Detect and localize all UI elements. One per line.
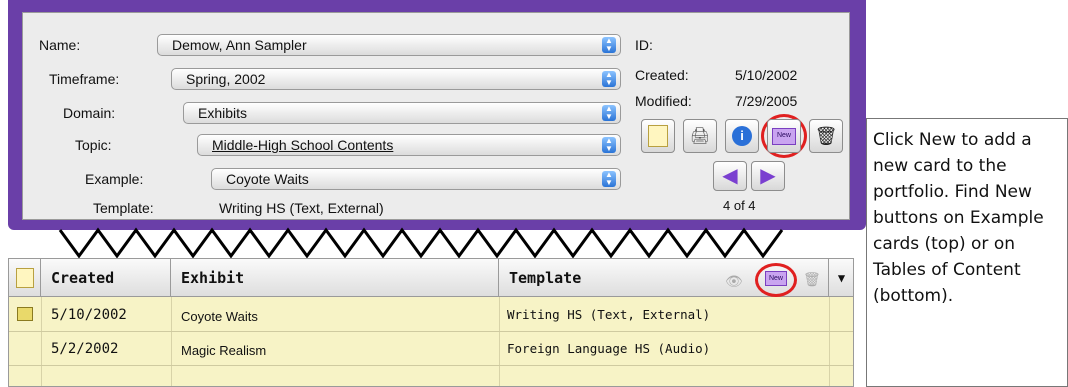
popup-stepper-icon: ▲ ▼ — [602, 37, 616, 53]
row-exhibit[interactable]: Magic Realism — [181, 343, 266, 358]
trash-icon[interactable]: 🗑 — [803, 271, 821, 288]
note-button[interactable] — [641, 119, 675, 153]
view-icon[interactable]: 👁 — [725, 273, 743, 290]
table-of-contents: Created Exhibit Template ▼ 👁 New 🗑 5/10/… — [8, 258, 854, 387]
header-created[interactable]: Created — [41, 259, 171, 297]
domain-popup[interactable]: Exhibits ▲ ▼ — [183, 102, 621, 124]
example-card-panel: Name: Demow, Ann Sampler ▲ ▼ Timeframe: S… — [22, 12, 850, 220]
header-icon-column — [9, 259, 41, 297]
modified-label: Modified: — [635, 93, 692, 109]
modified-value: 7/29/2005 — [735, 93, 798, 109]
popup-stepper-icon: ▲ ▼ — [602, 105, 616, 121]
arrow-left-icon: ◀ — [722, 165, 738, 187]
new-icon: New — [772, 127, 796, 145]
example-popup[interactable]: Coyote Waits ▲ ▼ — [211, 168, 621, 190]
new-button[interactable]: New — [767, 119, 801, 153]
name-value: Demow, Ann Sampler — [172, 37, 307, 53]
topic-value: Middle-High School Contents — [212, 137, 394, 153]
table-new-button[interactable]: New — [765, 271, 787, 286]
template-label: Template: — [93, 200, 154, 216]
created-value: 5/10/2002 — [735, 67, 798, 83]
name-label: Name: — [39, 37, 81, 53]
record-counter: 4 of 4 — [723, 198, 756, 213]
created-label: Created: — [635, 67, 689, 83]
domain-value: Exhibits — [198, 105, 248, 121]
column-menu-button[interactable]: ▼ — [829, 259, 853, 297]
callout-text: Click New to add a new card to the portf… — [873, 130, 1044, 306]
card-icon — [17, 307, 33, 321]
timeframe-popup[interactable]: Spring, 2002 ▲ ▼ — [171, 68, 621, 90]
header-exhibit[interactable]: Exhibit — [171, 259, 499, 297]
info-icon: i — [732, 126, 752, 146]
previous-record-button[interactable]: ◀ — [713, 161, 747, 191]
row-created[interactable]: 5/10/2002 — [51, 307, 127, 323]
delete-button[interactable]: 🗑 — [809, 119, 843, 153]
popup-stepper-icon: ▲ ▼ — [602, 137, 616, 153]
torn-edge-divider — [58, 227, 784, 259]
timeframe-value: Spring, 2002 — [186, 71, 266, 87]
print-button[interactable]: 🖨 — [683, 119, 717, 153]
row-exhibit[interactable]: Coyote Waits — [181, 309, 258, 324]
popup-stepper-icon: ▲ ▼ — [602, 171, 616, 187]
trash-icon: 🗑 — [814, 125, 838, 146]
next-record-button[interactable]: ▶ — [751, 161, 785, 191]
topic-label: Topic: — [75, 137, 112, 153]
printer-icon: 🖨 — [689, 128, 711, 145]
arrow-right-icon: ▶ — [760, 165, 776, 187]
row-template[interactable]: Writing HS (Text, External) — [507, 307, 710, 322]
note-icon — [648, 125, 668, 147]
note-icon — [15, 268, 34, 288]
timeframe-label: Timeframe: — [49, 71, 120, 87]
instruction-callout: Click New to add a new card to the portf… — [866, 118, 1068, 387]
popup-stepper-icon: ▲ ▼ — [602, 71, 616, 87]
example-label: Example: — [85, 171, 144, 187]
row-template[interactable]: Foreign Language HS (Audio) — [507, 341, 710, 356]
row-created[interactable]: 5/2/2002 — [51, 341, 118, 357]
topic-popup[interactable]: Middle-High School Contents ▲ ▼ — [197, 134, 621, 156]
domain-label: Domain: — [63, 105, 116, 121]
template-value: Writing HS (Text, External) — [219, 200, 384, 216]
example-value: Coyote Waits — [226, 171, 309, 187]
info-button[interactable]: i — [725, 119, 759, 153]
id-label: ID: — [635, 37, 653, 53]
name-popup[interactable]: Demow, Ann Sampler ▲ ▼ — [157, 34, 621, 56]
